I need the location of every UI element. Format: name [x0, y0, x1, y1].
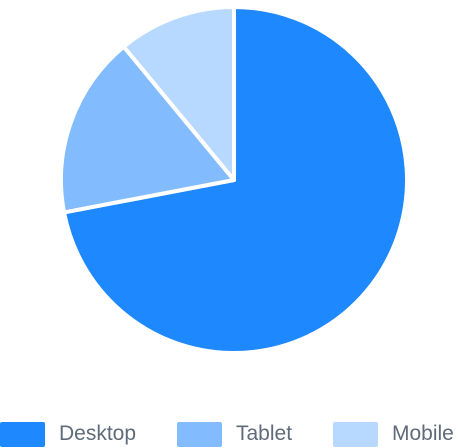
- pie-slices: [58, 5, 409, 355]
- legend-label-desktop: Desktop: [59, 422, 137, 445]
- legend-label-mobile: Mobile: [392, 422, 454, 445]
- legend-label-tablet: Tablet: [236, 422, 293, 445]
- legend-item-tablet[interactable]: Tablet: [177, 420, 292, 448]
- legend-item-mobile[interactable]: Mobile: [333, 420, 454, 448]
- chart-legend: Desktop Tablet Mobile: [0, 420, 458, 448]
- pie-chart: [58, 5, 409, 355]
- legend-swatch-tablet: [177, 421, 222, 447]
- legend-item-desktop[interactable]: Desktop: [0, 420, 136, 448]
- legend-swatch-desktop: [0, 421, 45, 447]
- legend-swatch-mobile: [333, 421, 378, 447]
